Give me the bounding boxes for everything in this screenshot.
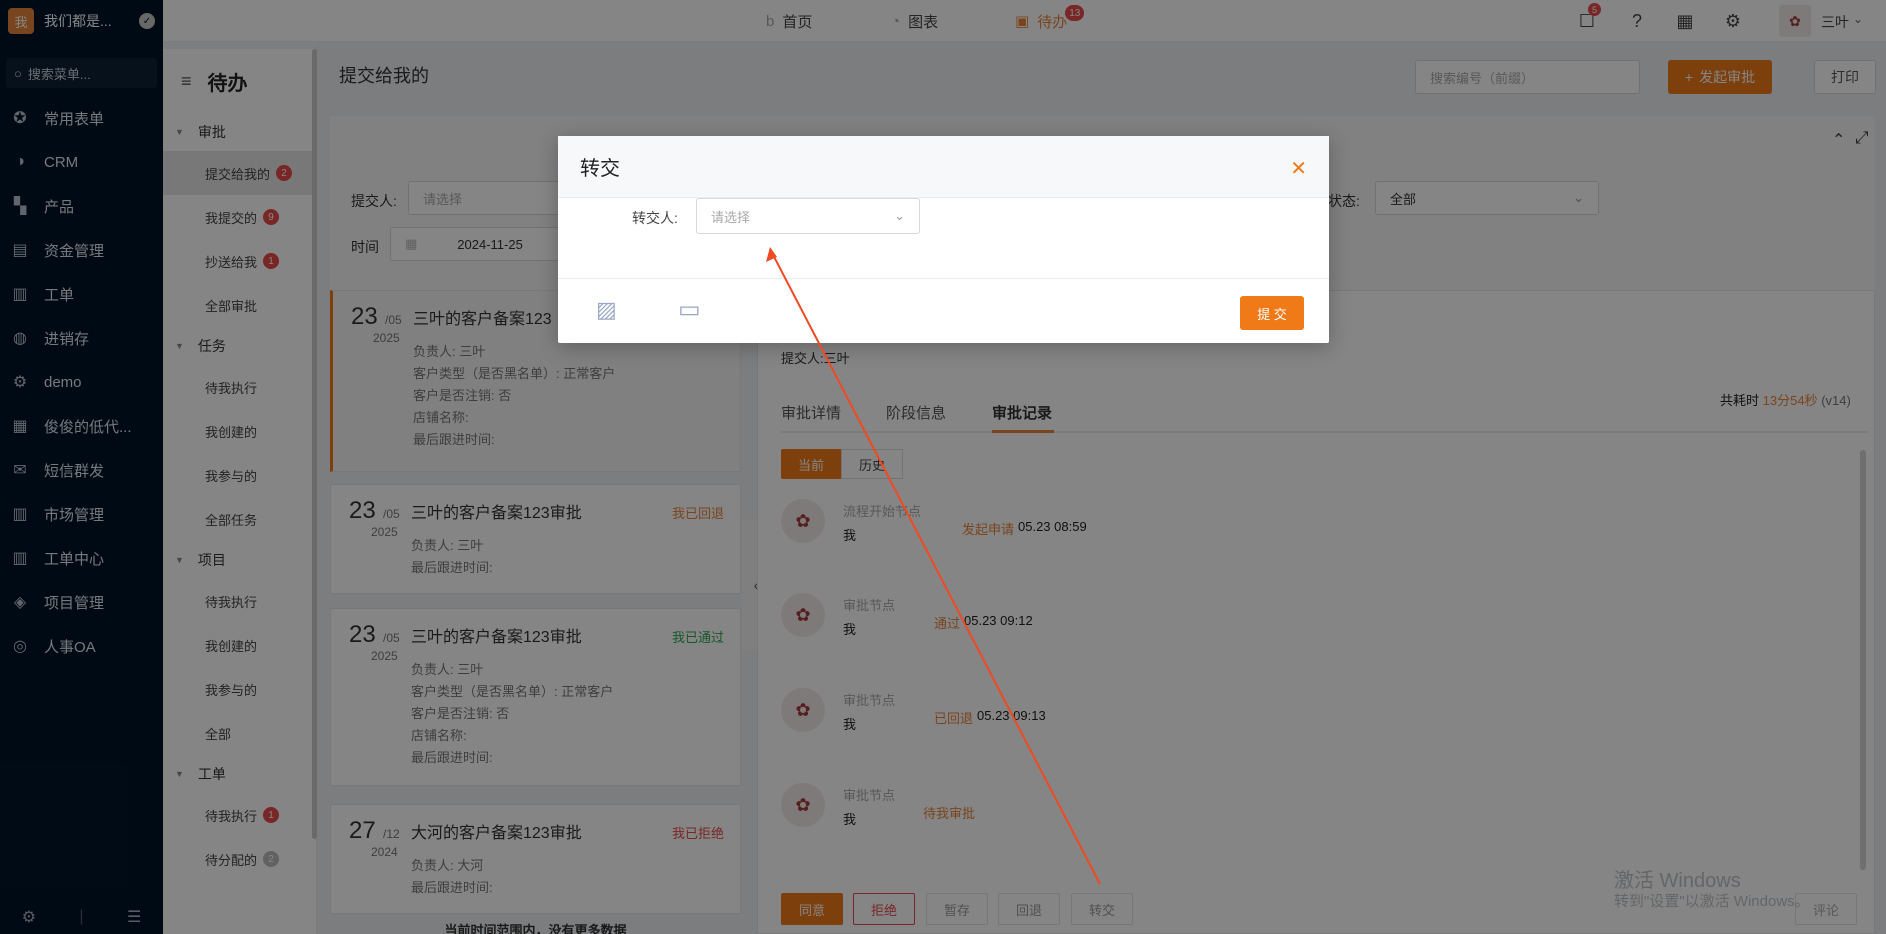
arrow-line bbox=[769, 248, 1101, 885]
annotation-arrow bbox=[766, 247, 1101, 885]
